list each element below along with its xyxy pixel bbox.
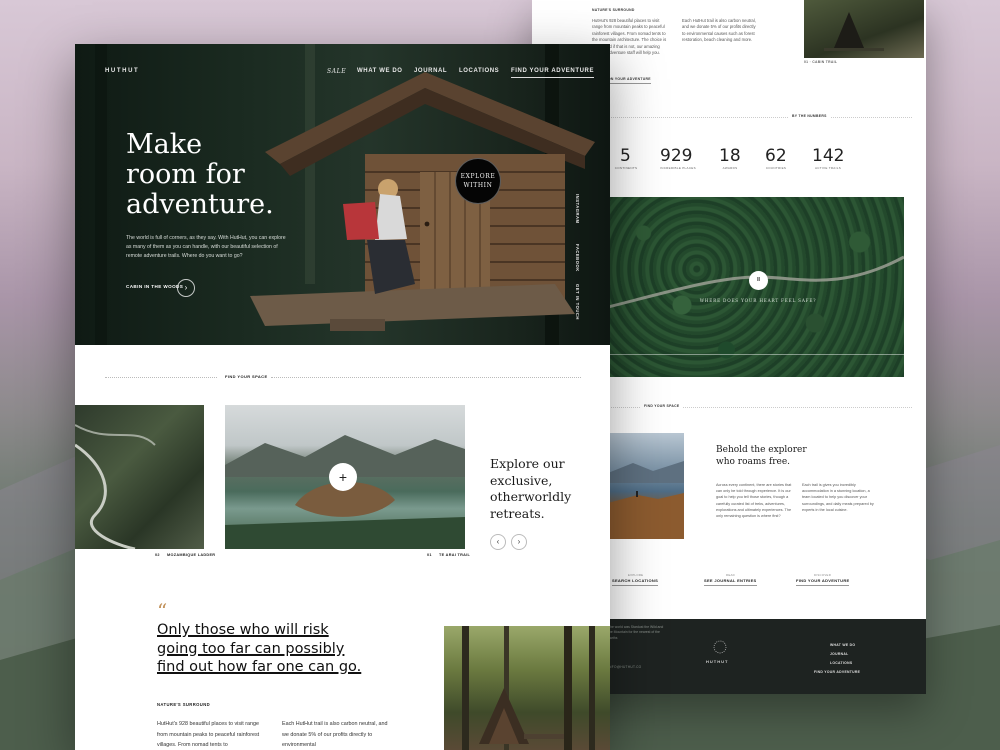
- back-footer: The world was Stardust the Wild and the …: [608, 619, 926, 694]
- find-space-divider-right: [271, 377, 581, 378]
- stat-trails-value: 142: [812, 146, 845, 166]
- facebook-link[interactable]: FACEBOOK: [575, 244, 580, 272]
- stat-places-label: INCREDIBLE PLACES: [660, 166, 696, 170]
- link-kicker-explore: EXPLORE: [628, 573, 644, 577]
- photo-2-number: 01: [427, 553, 432, 557]
- nav-locations[interactable]: LOCATIONS: [459, 68, 499, 74]
- hero-section: HUTHUT Sale WHAT WE DO JOURNAL LOCATIONS…: [75, 44, 610, 345]
- footer-blurb: The world was Stardust the Wild and the …: [608, 625, 664, 640]
- hero-title-line-3: adventure.: [126, 189, 274, 220]
- lake-river-bend-photo[interactable]: +: [225, 405, 465, 549]
- badge-line-1: EXPLORE: [460, 173, 496, 180]
- video-caption: WHERE DOES YOUR HEART FEEL SAFE?: [699, 298, 817, 303]
- footer-nav-locations[interactable]: LOCATIONS: [830, 661, 852, 665]
- nature-body-col2: Each HutHut trail is also carbon neutral…: [282, 721, 388, 748]
- search-locations-link[interactable]: SEARCH LOCATIONS: [612, 578, 659, 586]
- lake-hiker-photo: [608, 433, 684, 539]
- find-space-divider-left: [105, 377, 217, 378]
- hero-title-line-2: room for: [126, 159, 245, 190]
- explorer-heading: Behold the explorer who roams free.: [716, 445, 807, 467]
- instagram-link[interactable]: INSTAGRAM: [575, 194, 580, 224]
- hero-body: The world is full of corners, as they sa…: [126, 235, 286, 260]
- stat-places-value: 929: [660, 146, 693, 166]
- link-kicker-discover: DISCOVER: [814, 573, 832, 577]
- get-in-touch-link[interactable]: GET IN TOUCH: [575, 284, 580, 320]
- nature-body-col1: HutHut's 928 beautiful places to visit r…: [157, 721, 260, 748]
- back-section-kicker: NATURE'S SURROUND: [592, 8, 635, 12]
- footer-nav-journal[interactable]: JOURNAL: [830, 652, 849, 656]
- a-frame-cabin-photo[interactable]: [444, 626, 610, 750]
- footer-contact[interactable]: INFO@HUTHUT.CO: [608, 665, 641, 669]
- nav-tagline[interactable]: Sale: [327, 68, 346, 75]
- carousel-prev-button[interactable]: ‹: [490, 534, 506, 550]
- natures-surround-label: NATURE'S SURROUND: [157, 702, 211, 707]
- photo-2-name: TE ARAI TRAIL: [439, 553, 471, 557]
- forest-aerial-video[interactable]: II WHERE DOES YOUR HEART FEEL SAFE?: [608, 197, 904, 377]
- explorer-section-label: FIND YOUR SPACE: [640, 404, 684, 408]
- photo-1-name: MOZAMBIQUE LADDER: [167, 553, 216, 557]
- cabin-in-the-woods-link[interactable]: CABIN IN THE WOODS: [126, 284, 183, 289]
- photo-1-number: 02: [155, 553, 160, 557]
- cabin-thumbnail-photo: [804, 0, 924, 58]
- quote-line-3: find out how far one can go.: [157, 659, 362, 675]
- sun-logo-icon: [713, 640, 727, 654]
- hero-title-line-1: Make: [126, 129, 203, 160]
- footer-brand: HUTHUT: [706, 659, 729, 664]
- link-kicker-read: READ: [726, 573, 735, 577]
- explore-within-button[interactable]: EXPLORE WITHIN: [455, 158, 501, 204]
- cabin-photo-label: 01 · CABIN TRAIL: [804, 60, 838, 64]
- brand-logo[interactable]: HUTHUT: [105, 68, 139, 74]
- footer-nav-find-adventure[interactable]: FIND YOUR ADVENTURE: [814, 670, 860, 674]
- quote-mark-icon: “: [157, 599, 168, 623]
- stat-awards-value: 18: [719, 146, 741, 166]
- video-progress-track[interactable]: [608, 354, 904, 355]
- stat-countries-label: COUNTRIES: [765, 166, 787, 170]
- front-page-preview: HUTHUT Sale WHAT WE DO JOURNAL LOCATIONS…: [75, 44, 610, 750]
- nav-what-we-do[interactable]: WHAT WE DO: [357, 68, 403, 74]
- nav-find-your-adventure[interactable]: FIND YOUR ADVENTURE: [511, 68, 595, 78]
- nav-journal[interactable]: JOURNAL: [414, 68, 447, 74]
- numbers-label: BY THE NUMBERS: [788, 114, 831, 118]
- stat-trails-label: ACTIVE TRAILS: [814, 166, 842, 170]
- footer-nav-what-we-do[interactable]: WHAT WE DO: [830, 643, 855, 647]
- hero-title: Make room for adventure.: [126, 130, 296, 220]
- badge-line-2: WITHIN: [463, 182, 493, 189]
- arrow-right-icon[interactable]: ›: [177, 279, 195, 297]
- retreats-heading: Explore our exclusive, otherworldly retr…: [490, 456, 572, 521]
- journal-entries-link[interactable]: SEE JOURNAL ENTRIES: [704, 578, 757, 586]
- explorer-body-col2: Each trail is gives you incredibly accom…: [802, 483, 874, 512]
- stat-continents-label: CONTINENTS: [614, 166, 638, 170]
- quote-line-1: Only those who will risk: [157, 622, 329, 638]
- pause-button[interactable]: II: [749, 271, 768, 290]
- carousel-next-button[interactable]: ›: [511, 534, 527, 550]
- back-adventure-link[interactable]: ON YOUR ADVENTURE: [608, 77, 651, 84]
- explorer-body-col1: Across every continent, there are storie…: [716, 483, 792, 519]
- numbers-divider: [608, 117, 912, 118]
- adventure-quote: Only those who will risk going too far c…: [157, 621, 382, 677]
- find-space-label: FIND YOUR SPACE: [225, 374, 268, 379]
- winding-road-photo[interactable]: [75, 405, 204, 549]
- stat-awards-label: AWARDS: [722, 166, 738, 170]
- expand-plus-button[interactable]: +: [329, 463, 357, 491]
- find-adventure-link[interactable]: FIND YOUR ADVENTURE: [796, 578, 850, 586]
- stat-countries-value: 62: [765, 146, 787, 166]
- stat-continents-value: 5: [620, 146, 631, 166]
- back-body-col2: Each HutHut trail is also carbon neutral…: [682, 18, 756, 43]
- quote-line-2: going too far can possibly: [157, 640, 345, 657]
